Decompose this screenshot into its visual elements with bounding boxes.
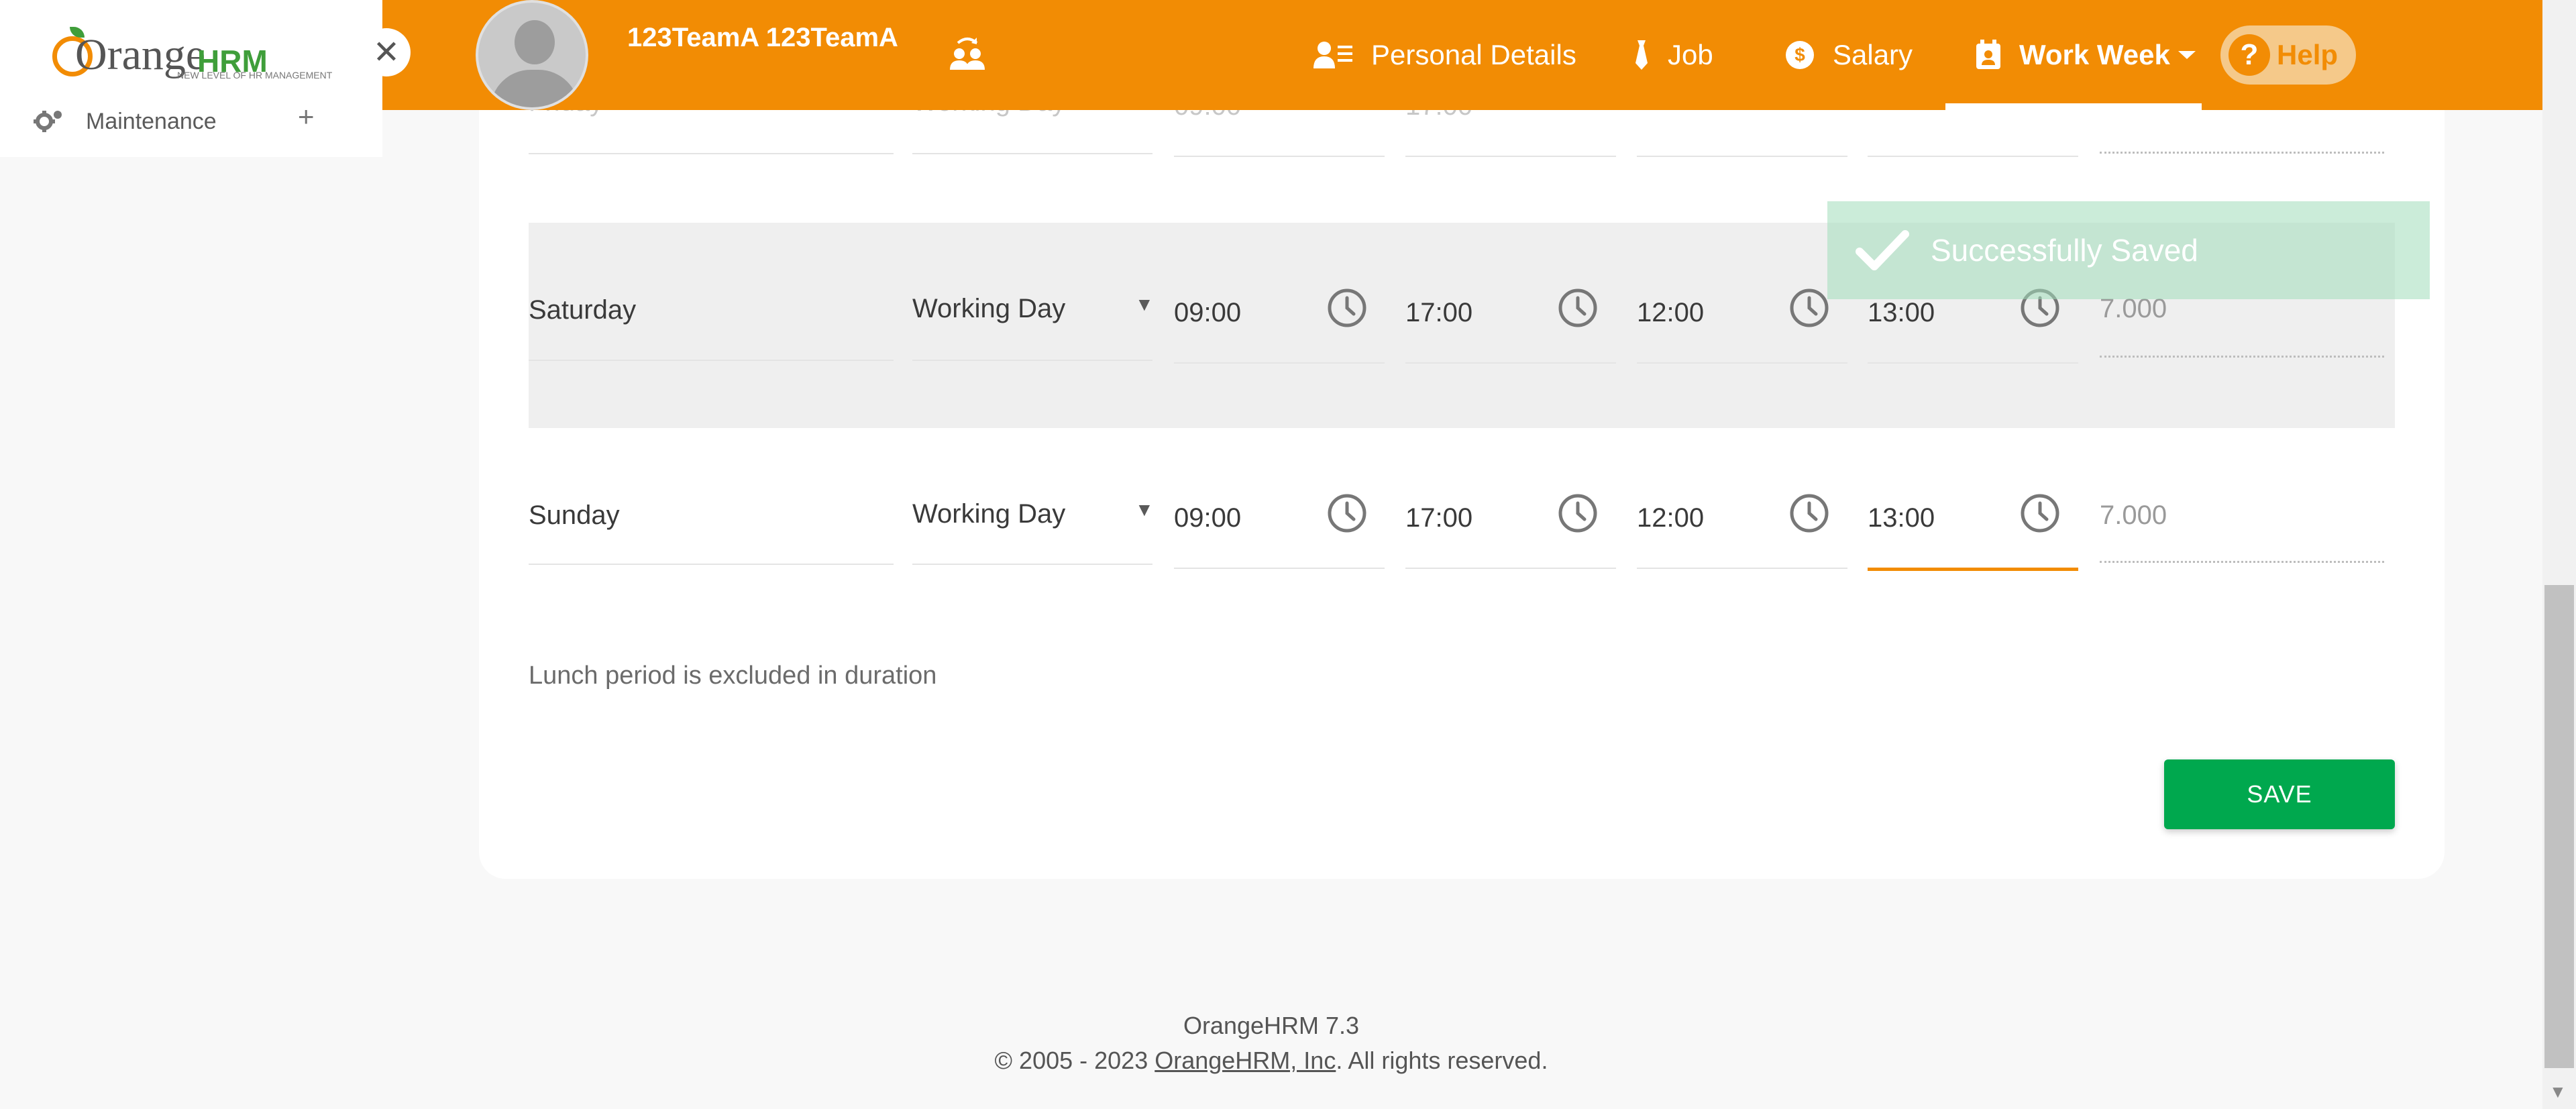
avatar[interactable] [476,0,588,110]
sunday-end-clock-icon[interactable] [1557,492,1599,534]
sunday-end-time[interactable]: 17:00 [1405,503,1472,533]
save-button[interactable]: SAVE [2164,759,2395,829]
sunday-duration: 7.000 [2100,500,2167,530]
sunday-lunch-end-time[interactable]: 13:00 [1868,503,1935,533]
friday-day-underline [529,153,894,154]
sunday-duration-underline [2100,561,2384,563]
tie-icon [1635,40,1648,70]
saturday-start-clock-icon[interactable] [1326,287,1368,329]
sunday-lunch-end-clock-icon[interactable] [2019,492,2061,534]
saturday-end-underline [1405,362,1616,364]
footer-copyright: © 2005 - 2023 OrangeHRM, Inc. All rights… [0,1047,2542,1075]
nav-work-week[interactable]: Work Week [1975,35,2197,75]
sidebar-item-maintenance[interactable]: Maintenance [34,105,217,138]
sunday-start-time[interactable]: 09:00 [1174,503,1241,533]
success-toast: Successfully Saved [1827,201,2430,299]
svg-text:$: $ [1794,44,1805,65]
saturday-type-underline [912,360,1152,361]
employee-name: 123TeamA 123TeamA [627,23,898,52]
footer-version: OrangeHRM 7.3 [1183,1012,1360,1039]
lunch-note: Lunch period is excluded in duration [529,662,937,690]
sunday-start-underline [1174,568,1385,569]
footer-copyright-prefix: © 2005 - 2023 [994,1047,1155,1074]
sunday-start-clock-icon[interactable] [1326,492,1368,534]
nav-salary-label: Salary [1833,39,1913,70]
sunday-day-label: Sunday [529,500,620,530]
saturday-start-underline [1174,362,1385,364]
saturday-lunch-start-time[interactable]: 12:00 [1637,298,1704,328]
toast-message: Successfully Saved [1931,233,2198,268]
nav-job-label: Job [1668,39,1713,70]
saturday-type-dropdown-icon[interactable]: ▼ [1135,294,1154,315]
personal-details-icon [1313,42,1352,68]
saturday-lunch-end-time[interactable]: 13:00 [1868,298,1935,328]
friday-lunch-end-underline [1868,156,2078,157]
scroll-down-arrow-icon[interactable]: ▼ [2549,1081,2567,1102]
close-sidebar-button[interactable]: ✕ [362,28,411,76]
chevron-down-icon [2178,51,2196,59]
scrollbar-thumb[interactable] [2544,585,2574,1068]
sunday-type-select[interactable]: Working Day [912,499,1065,529]
footer-copyright-suffix: . All rights reserved. [1336,1047,1548,1074]
close-icon: ✕ [372,35,400,70]
saturday-start-time[interactable]: 09:00 [1174,298,1241,328]
sunday-type-underline [912,564,1152,565]
footer-company-link[interactable]: OrangeHRM, Inc [1155,1047,1336,1074]
saturday-day-underline [529,360,894,361]
nav-work-week-label: Work Week [2019,39,2170,70]
saturday-lunch-start-clock-icon[interactable] [1788,287,1830,329]
friday-type-underline [912,153,1152,154]
saturday-end-clock-icon[interactable] [1557,287,1599,329]
help-icon: ? [2229,34,2270,76]
nav-job[interactable]: Job [1633,35,1713,75]
saturday-duration-underline [2100,356,2384,358]
saturday-lunch-end-underline [1868,362,2078,364]
nav-personal-details-label: Personal Details [1371,39,1576,70]
sunday-end-underline [1405,568,1616,569]
nav-salary[interactable]: $ Salary [1784,35,1913,75]
logo-tagline: NEW LEVEL OF HR MANAGEMENT [177,70,333,81]
orangehrm-logo[interactable]: Orange HRM NEW LEVEL OF HR MANAGEMENT [52,24,334,85]
saturday-day-label: Saturday [529,295,637,325]
sunday-lunch-start-time[interactable]: 12:00 [1637,503,1704,533]
sidebar-item-maintenance-label: Maintenance [86,108,217,134]
friday-lunch-start-underline [1637,156,1847,157]
friday-end-underline [1405,156,1616,157]
saturday-type-select[interactable]: Working Day [912,294,1065,324]
sunday-lunch-start-underline [1637,568,1847,569]
sunday-lunch-start-clock-icon[interactable] [1788,492,1830,534]
saturday-end-time[interactable]: 17:00 [1405,298,1472,328]
help-button[interactable]: ? Help [2220,25,2356,85]
gears-icon [34,111,62,132]
nav-personal-details[interactable]: Personal Details [1313,35,1576,75]
switch-employee-icon[interactable] [947,35,987,72]
saturday-lunch-start-underline [1637,362,1847,364]
friday-duration-underline [2100,152,2384,154]
active-tab-indicator [1945,103,2202,110]
dollar-icon: $ [1786,41,1814,69]
calendar-user-icon [1976,40,2000,69]
friday-start-underline [1174,156,1385,157]
checkmark-icon [1856,230,1909,270]
sunday-lunch-end-focus-underline [1868,568,2078,571]
expand-plus-icon[interactable]: + [298,101,315,133]
help-label: Help [2277,39,2339,70]
sunday-type-dropdown-icon[interactable]: ▼ [1135,499,1154,521]
sunday-day-underline [529,564,894,565]
